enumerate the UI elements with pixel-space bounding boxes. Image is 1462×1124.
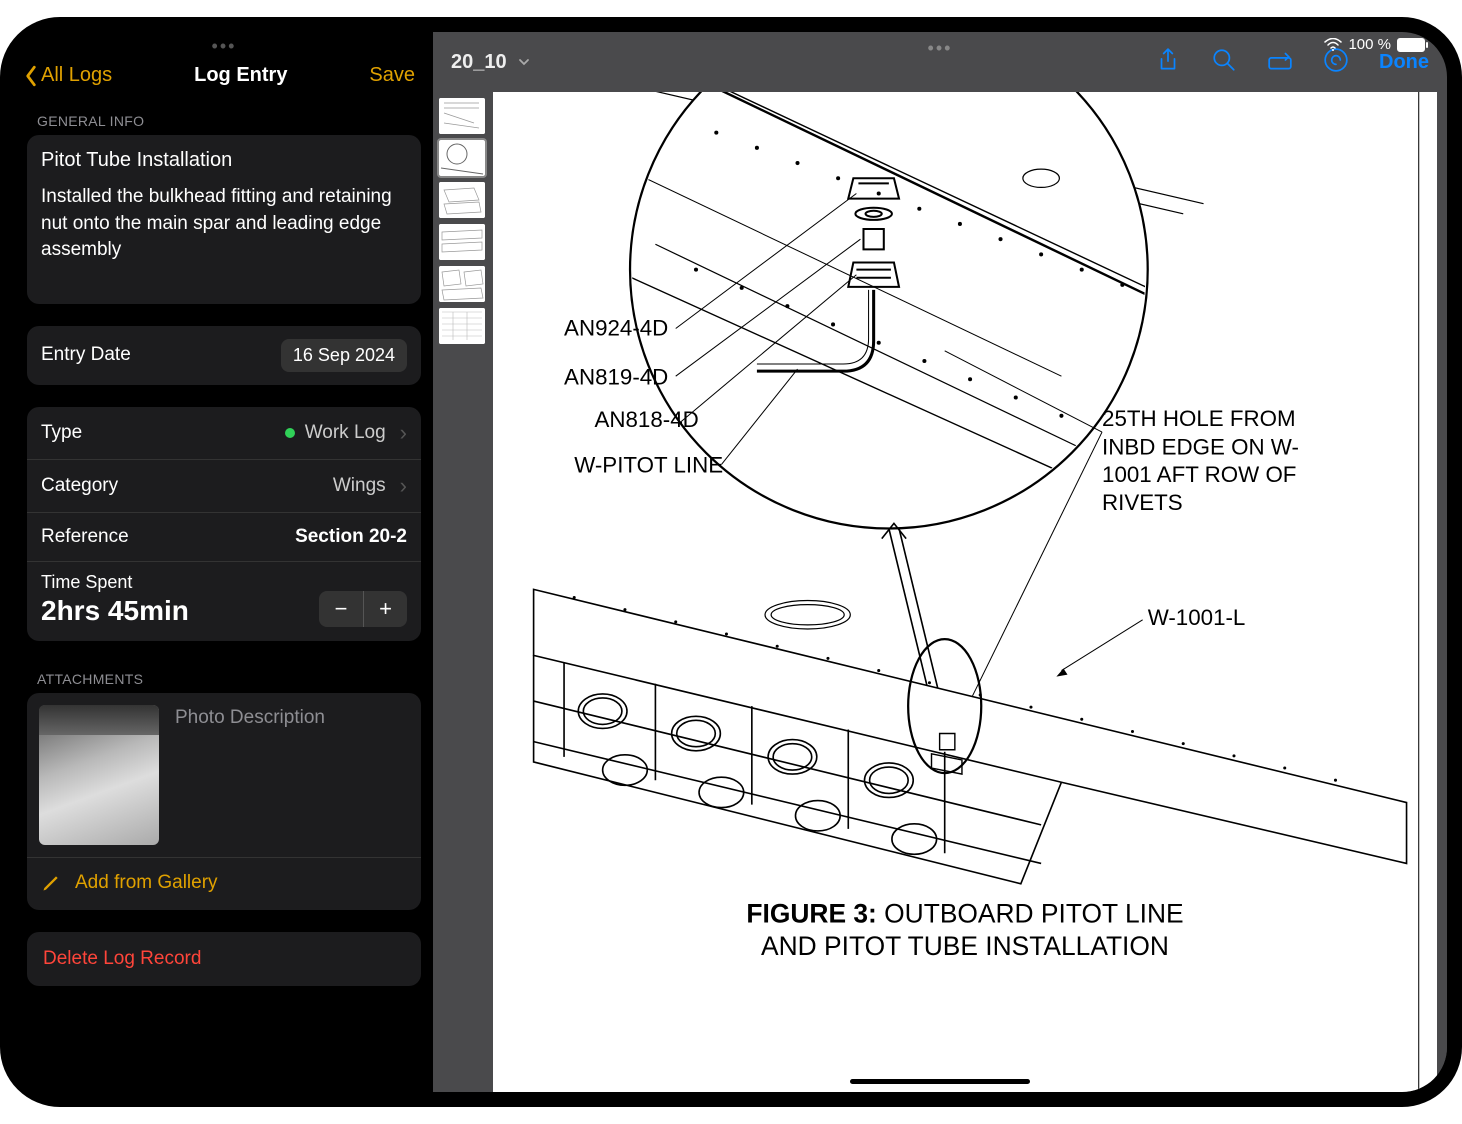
figure-label: FIGURE 3:	[746, 898, 876, 928]
schematic-drawing: AN924-4D AN819-4D AN818-4D W-PITOT LINE	[493, 92, 1437, 1092]
delete-log-button[interactable]: Delete Log Record	[27, 932, 421, 986]
status-dot-icon	[285, 428, 295, 438]
add-gallery-label: Add from Gallery	[75, 872, 218, 894]
page-thumbnail[interactable]	[439, 182, 485, 218]
doc-body: AN924-4D AN819-4D AN818-4D W-PITOT LINE	[433, 92, 1447, 1092]
general-info-card: Pitot Tube Installation Installed the bu…	[27, 135, 421, 304]
share-button[interactable]	[1155, 47, 1181, 78]
markup-button[interactable]	[1267, 47, 1293, 78]
annotation-an924: AN924-4D	[564, 316, 668, 341]
share-icon	[1155, 47, 1181, 73]
home-indicator[interactable]	[850, 1079, 1030, 1084]
done-button[interactable]: Done	[1379, 51, 1429, 74]
back-label: All Logs	[41, 64, 112, 87]
category-value: Wings	[333, 475, 386, 497]
save-button[interactable]: Save	[369, 64, 415, 87]
figure-caption-2: AND PITOT TUBE INSTALLATION	[761, 931, 1169, 961]
time-spent-label: Time Spent	[41, 572, 407, 593]
add-from-gallery-button[interactable]: Add from Gallery	[27, 857, 421, 898]
left-toolbar: All Logs Log Entry Save	[15, 58, 433, 105]
photo-description-input[interactable]: Photo Description	[175, 705, 325, 845]
entry-date-row[interactable]: Entry Date 16 Sep 2024	[27, 326, 421, 385]
pencil-tip-icon	[1267, 47, 1293, 73]
document-page-area[interactable]: AN924-4D AN819-4D AN818-4D W-PITOT LINE	[491, 92, 1447, 1092]
type-row[interactable]: Type Work Log ›	[27, 407, 421, 459]
page-thumbnail[interactable]	[439, 308, 485, 344]
battery-icon	[1397, 38, 1425, 52]
document-name[interactable]: 20_10	[451, 51, 507, 74]
battery-percent: 100 %	[1348, 36, 1391, 53]
entry-date-label: Entry Date	[41, 344, 131, 366]
type-value: Work Log	[305, 422, 386, 444]
page-thumbnail[interactable]	[439, 98, 485, 134]
stepper-minus-button[interactable]: −	[319, 591, 363, 627]
details-card: Type Work Log › Category Wings › Reference…	[27, 407, 421, 641]
document-page: AN924-4D AN819-4D AN818-4D W-PITOT LINE	[493, 92, 1437, 1092]
log-entry-panel: ••• All Logs Log Entry Save General Info…	[15, 32, 433, 1092]
multitask-dots-icon[interactable]: •••	[928, 38, 953, 59]
panel-title: Log Entry	[194, 64, 287, 87]
entry-body-input[interactable]: Installed the bulkhead fitting and retai…	[41, 184, 407, 264]
document-viewer-panel: 100 % ••• 20_10 Done	[433, 32, 1447, 1092]
category-row[interactable]: Category Wings ›	[27, 459, 421, 512]
form-scroll[interactable]: General Info Pitot Tube Installation Ins…	[15, 105, 433, 1092]
reference-label: Reference	[41, 526, 129, 548]
status-bar: 100 %	[1324, 36, 1425, 53]
page-thumbnail[interactable]	[439, 224, 485, 260]
chevron-left-icon	[23, 65, 39, 87]
entry-date-card: Entry Date 16 Sep 2024	[27, 326, 421, 385]
attachment-thumbnail[interactable]	[39, 705, 159, 845]
chevron-right-icon: ›	[400, 420, 407, 446]
annotation-pitot-line: W-PITOT LINE	[574, 453, 723, 478]
section-header-general: General Info	[27, 105, 421, 135]
annotation-hole-note: 25TH HOLE FROM INBD EDGE ON W-1001 AFT R…	[1102, 405, 1335, 517]
screen: ••• All Logs Log Entry Save General Info…	[15, 32, 1447, 1092]
multitask-dots-icon[interactable]: •••	[15, 32, 433, 58]
entry-date-value[interactable]: 16 Sep 2024	[281, 339, 407, 372]
back-button[interactable]: All Logs	[23, 64, 112, 87]
svg-text:FIGURE 3:: FIGURE 3: OUTBOARD PITOT LINE	[746, 898, 1183, 928]
figure-caption-1: OUTBOARD PITOT LINE	[884, 898, 1183, 928]
type-label: Type	[41, 422, 82, 444]
entry-title-input[interactable]: Pitot Tube Installation	[41, 149, 407, 172]
stepper-plus-button[interactable]: +	[363, 591, 407, 627]
chevron-down-icon[interactable]	[517, 55, 531, 69]
annotation-w1001: W-1001-L	[1148, 605, 1246, 630]
search-button[interactable]	[1211, 47, 1237, 78]
search-icon	[1211, 47, 1237, 73]
attachments-card: Photo Description Add from Gallery	[27, 693, 421, 910]
page-thumbnails	[433, 92, 491, 1092]
page-thumbnail[interactable]	[439, 266, 485, 302]
time-spent-row: Time Spent 2hrs 45min − +	[27, 561, 421, 641]
category-label: Category	[41, 475, 118, 497]
pencil-icon	[41, 873, 61, 893]
section-header-attachments: Attachments	[27, 663, 421, 693]
delete-card: Delete Log Record	[27, 932, 421, 986]
time-stepper: − +	[319, 591, 407, 627]
annotation-an818: AN818-4D	[595, 407, 699, 432]
reference-row[interactable]: Reference Section 20-2	[27, 512, 421, 561]
page-thumbnail[interactable]	[439, 140, 485, 176]
ipad-frame: ••• All Logs Log Entry Save General Info…	[0, 17, 1462, 1107]
annotation-an819: AN819-4D	[564, 364, 668, 389]
chevron-right-icon: ›	[400, 473, 407, 499]
wifi-icon	[1324, 38, 1342, 52]
reference-value: Section 20-2	[295, 526, 407, 548]
